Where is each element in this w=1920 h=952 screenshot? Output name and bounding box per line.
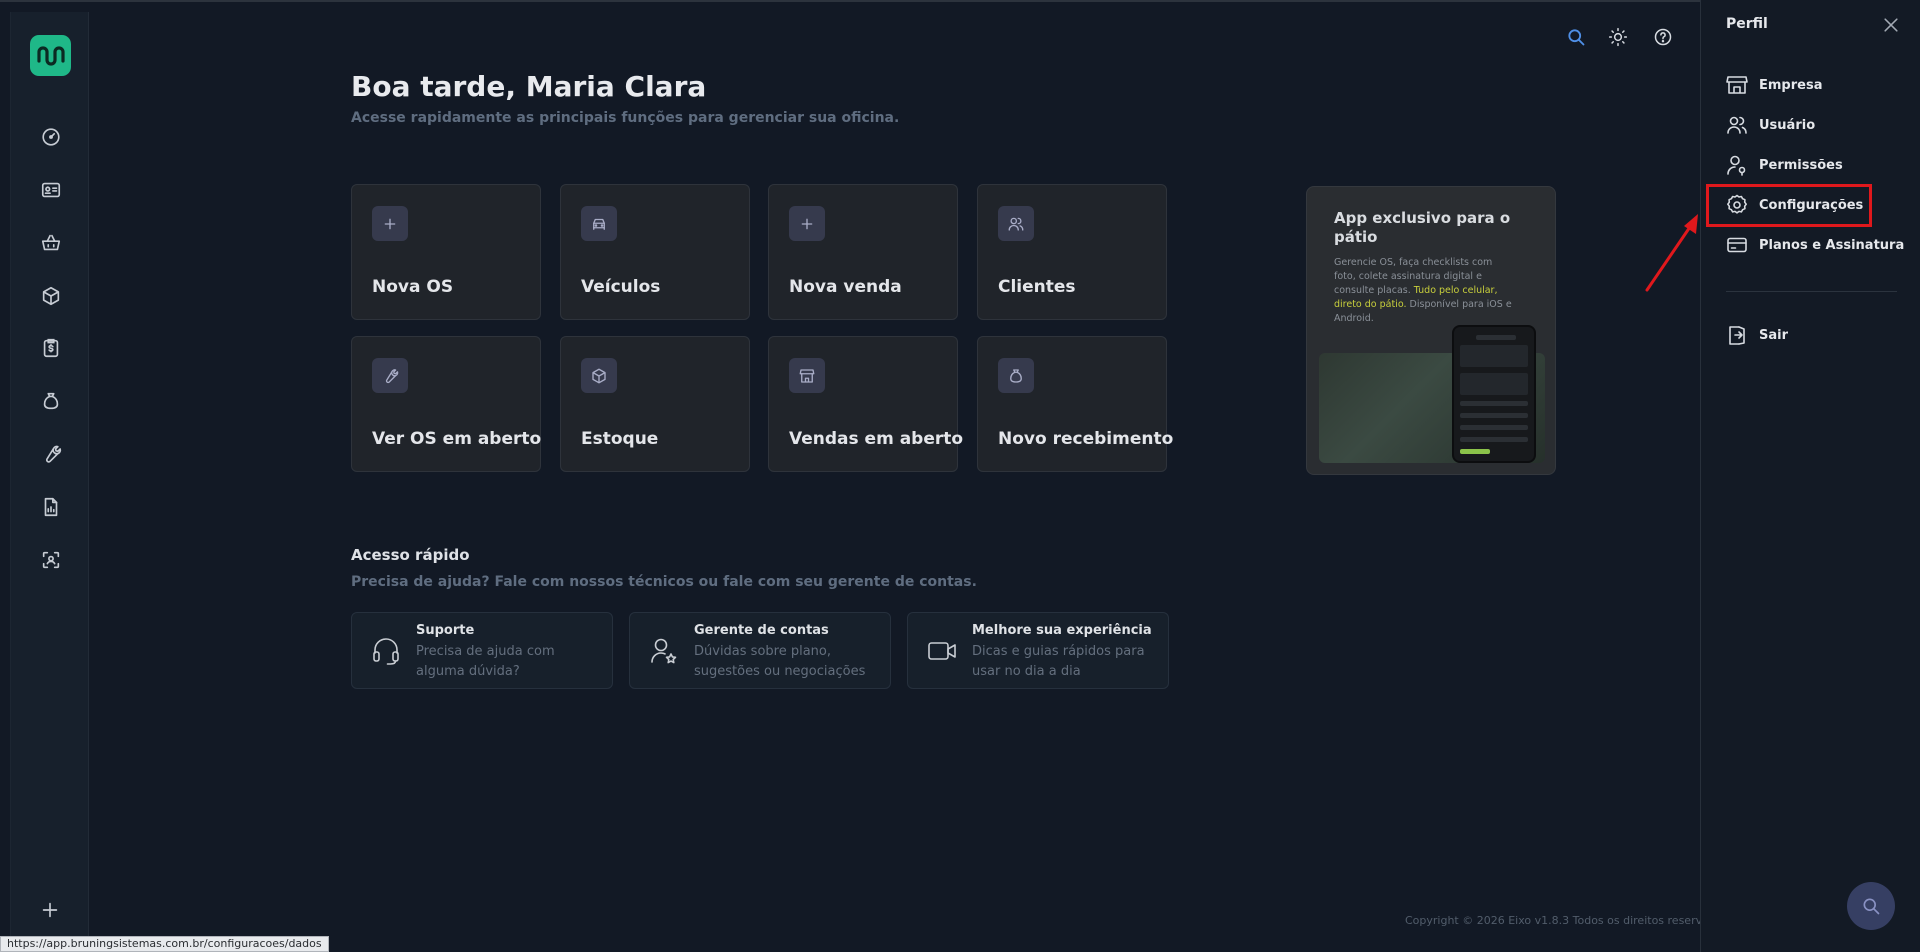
box-icon[interactable] bbox=[40, 285, 62, 307]
user-key-icon bbox=[1725, 153, 1749, 177]
money-bag-icon[interactable] bbox=[40, 390, 62, 412]
car-icon bbox=[581, 206, 617, 241]
shortcut-vendas-em-aberto[interactable]: Vendas em aberto bbox=[768, 336, 963, 472]
promo-text: Gerencie OS, faça checklists com foto, c… bbox=[1334, 257, 1512, 324]
credit-card-icon bbox=[1725, 233, 1749, 257]
menu-item-usuario[interactable]: Usuário bbox=[1725, 110, 1915, 140]
store-icon bbox=[1725, 73, 1749, 97]
shortcut-novo-recebimento[interactable]: Novo recebimento bbox=[977, 336, 1173, 472]
search-icon[interactable] bbox=[1566, 27, 1586, 47]
users-icon bbox=[998, 206, 1034, 241]
account-manager-card[interactable]: Gerente de contas Dúvidas sobre plano, s… bbox=[629, 612, 891, 689]
support-card[interactable]: Suporte Precisa de ajuda com alguma dúvi… bbox=[351, 612, 613, 689]
app-promo-card[interactable]: App exclusivo para o pátio Gerencie OS, … bbox=[1306, 186, 1556, 475]
wrench-icon bbox=[372, 358, 408, 393]
headset-icon bbox=[370, 635, 402, 667]
shortcut-veiculos[interactable]: Veículos bbox=[560, 184, 750, 320]
shortcut-nova-os[interactable]: Nova OS bbox=[351, 184, 541, 320]
menu-item-planos-e-assinatura[interactable]: Planos e Assinatura bbox=[1725, 230, 1915, 260]
card-title: Melhore sua experiência bbox=[972, 623, 1152, 638]
report-icon[interactable] bbox=[40, 496, 62, 518]
app-logo[interactable] bbox=[30, 35, 71, 76]
plus-icon bbox=[789, 206, 825, 241]
divider bbox=[1726, 291, 1897, 292]
card-description: Dicas e guias rápidos para usar no dia a… bbox=[972, 644, 1145, 679]
box-icon bbox=[581, 358, 617, 393]
shortcut-label: Vendas em aberto bbox=[789, 429, 964, 449]
shortcut-label: Novo recebimento bbox=[998, 429, 1174, 449]
card-title: Gerente de contas bbox=[694, 623, 829, 638]
shortcut-label: Clientes bbox=[998, 277, 1076, 297]
left-sidebar bbox=[10, 12, 89, 940]
window-top-border bbox=[0, 0, 1920, 2]
quick-access-subtitle: Precisa de ajuda? Fale com nossos técnic… bbox=[351, 574, 977, 590]
panel-title: Perfil bbox=[1726, 16, 1768, 32]
sun-icon[interactable] bbox=[1608, 27, 1628, 47]
logout-icon bbox=[1725, 323, 1749, 347]
shortcut-nova-venda[interactable]: Nova venda bbox=[768, 184, 958, 320]
user-star-icon bbox=[648, 635, 680, 667]
dashboard-icon[interactable] bbox=[40, 126, 62, 148]
menu-item-permissoes[interactable]: Permissões bbox=[1725, 150, 1915, 180]
menu-item-label: Planos e Assinatura bbox=[1759, 237, 1905, 253]
scan-icon[interactable] bbox=[40, 549, 62, 571]
quick-access-title: Acesso rápido bbox=[351, 546, 470, 564]
video-icon bbox=[926, 635, 958, 667]
card-description: Precisa de ajuda com alguma dúvida? bbox=[416, 644, 555, 679]
close-icon[interactable] bbox=[1881, 15, 1901, 35]
shortcut-ver-os-em-aberto[interactable]: Ver OS em aberto bbox=[351, 336, 541, 472]
shortcut-label: Nova venda bbox=[789, 277, 902, 297]
menu-item-empresa[interactable]: Empresa bbox=[1725, 70, 1915, 100]
id-card-icon[interactable] bbox=[40, 179, 62, 201]
menu-item-sair[interactable]: Sair bbox=[1725, 320, 1915, 350]
plus-icon[interactable] bbox=[39, 899, 61, 921]
status-url-bar: https://app.bruningsistemas.com.br/confi… bbox=[0, 936, 329, 952]
page-subtitle: Acesse rapidamente as principais funções… bbox=[351, 110, 900, 126]
floating-search-button[interactable] bbox=[1847, 882, 1895, 930]
highlight-box bbox=[1706, 184, 1872, 227]
shortcut-label: Ver OS em aberto bbox=[372, 429, 542, 449]
page-title: Boa tarde, Maria Clara bbox=[351, 70, 707, 103]
shortcut-label: Nova OS bbox=[372, 277, 454, 297]
help-icon[interactable] bbox=[1653, 27, 1673, 47]
menu-item-label: Sair bbox=[1759, 327, 1789, 343]
basket-icon[interactable] bbox=[40, 232, 62, 254]
card-description: Dúvidas sobre plano, sugestões ou negoci… bbox=[694, 644, 866, 679]
phone-mockup bbox=[1452, 325, 1536, 463]
money-bag-icon bbox=[998, 358, 1034, 393]
profile-panel: Perfil Empresa Usuário Permissões Config… bbox=[1700, 0, 1920, 952]
users-icon bbox=[1725, 113, 1749, 137]
copyright-footer: Copyright © 2026 Eixo v1.8.3 Todos os di… bbox=[1405, 914, 1729, 927]
promo-title: App exclusivo para o pátio bbox=[1334, 209, 1511, 246]
plus-icon bbox=[372, 206, 408, 241]
menu-item-label: Usuário bbox=[1759, 117, 1816, 133]
experience-card[interactable]: Melhore sua experiência Dicas e guias rá… bbox=[907, 612, 1169, 689]
store-icon bbox=[789, 358, 825, 393]
menu-item-label: Permissões bbox=[1759, 157, 1843, 173]
shortcut-label: Estoque bbox=[581, 429, 659, 449]
clipboard-dollar-icon[interactable] bbox=[40, 337, 62, 359]
menu-item-label: Empresa bbox=[1759, 77, 1823, 93]
search-icon bbox=[1861, 896, 1881, 916]
shortcut-label: Veículos bbox=[581, 277, 661, 297]
shortcut-clientes[interactable]: Clientes bbox=[977, 184, 1167, 320]
card-title: Suporte bbox=[416, 623, 475, 638]
shortcut-estoque[interactable]: Estoque bbox=[560, 336, 750, 472]
wrench-icon[interactable] bbox=[40, 443, 62, 465]
